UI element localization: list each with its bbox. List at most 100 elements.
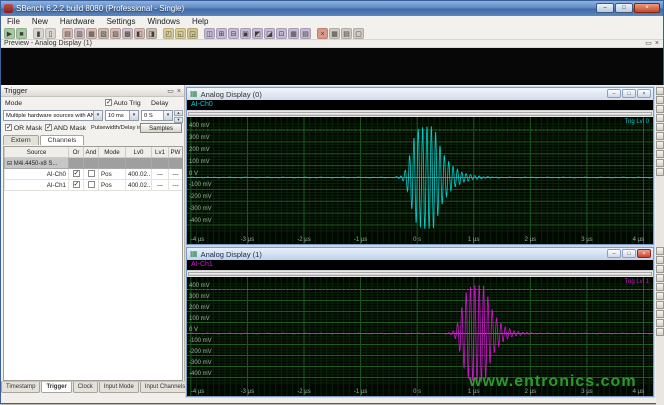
- zoom-tool-icon[interactable]: ◩: [252, 28, 263, 39]
- export-file-icon[interactable]: ◲: [187, 28, 198, 39]
- tab-input-mode[interactable]: Input Mode: [99, 382, 139, 393]
- display-control-button[interactable]: [656, 141, 664, 149]
- input-mode-icon[interactable]: ▥: [74, 28, 85, 39]
- display-control-button[interactable]: [656, 87, 664, 95]
- display-restore-button[interactable]: □: [622, 89, 636, 98]
- info-icon[interactable]: ▢: [353, 28, 364, 39]
- display-control-button[interactable]: [656, 105, 664, 113]
- display-control-button[interactable]: [656, 328, 664, 336]
- column-header-lv1[interactable]: Lv1: [152, 147, 169, 158]
- analog-display-0-titlebar[interactable]: ▦ Analog Display (0) – □ ×: [187, 88, 653, 100]
- trigger-float-icon[interactable]: ▭: [167, 86, 174, 97]
- close-button[interactable]: ×: [634, 3, 660, 13]
- column-header-source[interactable]: Source: [5, 147, 69, 158]
- row-checkbox[interactable]: [88, 170, 95, 177]
- cursor-tool-icon[interactable]: ◪: [264, 28, 275, 39]
- auto-trig-checkbox-box[interactable]: [105, 99, 112, 106]
- display-minimize-button[interactable]: –: [607, 249, 621, 258]
- replay-mode-icon[interactable]: ◨: [146, 28, 157, 39]
- menu-item-new[interactable]: New: [26, 17, 54, 26]
- trigger-tab-channels[interactable]: Channels: [40, 135, 85, 145]
- display-control-button[interactable]: [656, 265, 664, 273]
- display-control-button[interactable]: [656, 150, 664, 158]
- record-mode-icon[interactable]: ◧: [134, 28, 145, 39]
- display-restore-button[interactable]: □: [622, 249, 636, 258]
- and-mask-checkbox-box[interactable]: [45, 124, 52, 131]
- preview-float-icon[interactable]: ▭: [645, 40, 652, 48]
- preview-area[interactable]: [1, 48, 663, 85]
- menu-item-settings[interactable]: Settings: [101, 17, 142, 26]
- table-group-row[interactable]: ⊟ M4i.4450-x8 S...: [5, 158, 183, 169]
- trigger-tab-extern[interactable]: Extern: [3, 135, 39, 145]
- minimize-button[interactable]: –: [596, 3, 614, 13]
- snapshot-icon[interactable]: ⊡: [276, 28, 287, 39]
- samples-button[interactable]: Samples: [140, 123, 182, 133]
- menu-item-help[interactable]: Help: [186, 17, 214, 26]
- save-file-icon[interactable]: ◱: [175, 28, 186, 39]
- display-control-button[interactable]: [656, 159, 664, 167]
- column-header-mode[interactable]: Mode: [99, 147, 126, 158]
- column-header-lv0[interactable]: Lv0: [126, 147, 152, 158]
- tab-trigger[interactable]: Trigger: [41, 382, 71, 393]
- display-control-button[interactable]: [656, 301, 664, 309]
- scrollbar-thumb[interactable]: [188, 272, 652, 276]
- menu-item-file[interactable]: File: [1, 17, 26, 26]
- display-control-button[interactable]: [656, 168, 664, 176]
- chevron-down-icon[interactable]: ▾: [163, 111, 172, 120]
- pause-icon[interactable]: ▮: [33, 28, 44, 39]
- chevron-down-icon[interactable]: ▾: [93, 111, 102, 120]
- cascade-windows-icon[interactable]: ▦: [329, 28, 340, 39]
- delay-select[interactable]: 0 S ▾: [141, 110, 173, 121]
- or-mask-checkbox[interactable]: OR Mask: [5, 124, 42, 132]
- display-control-button[interactable]: [656, 114, 664, 122]
- trigger-panel-header[interactable]: Trigger ▭ ×: [1, 85, 184, 97]
- horizontal-scrollbar[interactable]: [187, 110, 653, 117]
- display-close-button[interactable]: ×: [637, 89, 651, 98]
- calculation-icon[interactable]: ▦: [288, 28, 299, 39]
- display-control-button[interactable]: [656, 292, 664, 300]
- xy-display-icon[interactable]: ⊟: [228, 28, 239, 39]
- analog-display-1-titlebar[interactable]: ▦ Analog Display (1) – □ ×: [187, 248, 653, 260]
- trigger-close-icon[interactable]: ×: [177, 86, 181, 97]
- horizontal-scrollbar[interactable]: [187, 270, 653, 277]
- open-file-icon[interactable]: ◰: [163, 28, 174, 39]
- tile-windows-icon[interactable]: ▤: [341, 28, 352, 39]
- analog-display-icon[interactable]: ◫: [204, 28, 215, 39]
- or-mask-checkbox-box[interactable]: [5, 124, 12, 131]
- clock-setup-icon[interactable]: ▦: [86, 28, 97, 39]
- display-control-button[interactable]: [656, 132, 664, 140]
- display-control-button[interactable]: [656, 96, 664, 104]
- column-header-and[interactable]: And: [84, 147, 99, 158]
- display-control-button[interactable]: [656, 274, 664, 282]
- trigger-mode-select[interactable]: Multiple hardware sources with AND/OR ▾: [3, 110, 103, 121]
- display-control-button[interactable]: [656, 256, 664, 264]
- display-close-button[interactable]: ×: [637, 249, 651, 258]
- menu-item-hardware[interactable]: Hardware: [54, 17, 101, 26]
- display-control-button[interactable]: [656, 310, 664, 318]
- display-minimize-button[interactable]: –: [607, 89, 621, 98]
- display-control-button[interactable]: [656, 319, 664, 327]
- tab-timestamp[interactable]: Timestamp: [1, 382, 40, 393]
- memory-setup-icon[interactable]: ▩: [122, 28, 133, 39]
- row-checkbox[interactable]: [73, 170, 80, 177]
- abort-icon[interactable]: ▯: [45, 28, 56, 39]
- trigger-table[interactable]: SourceOrAndModeLv0Lv1PW ⊟ M4i.4450-x8 S.…: [3, 146, 183, 381]
- maximize-button[interactable]: □: [615, 3, 633, 13]
- hardware-setup-icon[interactable]: ▤: [62, 28, 73, 39]
- display-control-button[interactable]: [656, 123, 664, 131]
- card-stop-icon[interactable]: ■: [16, 28, 27, 39]
- spinner-up-icon[interactable]: ▲: [174, 110, 183, 116]
- timeout-select[interactable]: 10 ms ▾: [105, 110, 139, 121]
- display-control-button[interactable]: [656, 247, 664, 255]
- card-start-icon[interactable]: ▶: [4, 28, 15, 39]
- trigger-setup-icon[interactable]: ▧: [98, 28, 109, 39]
- auto-trig-checkbox[interactable]: Auto Trig: [105, 99, 141, 107]
- column-header-pw[interactable]: PW: [169, 147, 183, 158]
- tab-clock[interactable]: Clock: [73, 382, 98, 393]
- preview-close-icon[interactable]: ×: [655, 40, 659, 48]
- layout-icon[interactable]: ▤: [300, 28, 311, 39]
- column-header-or[interactable]: Or: [69, 147, 84, 158]
- chevron-down-icon[interactable]: ▾: [129, 111, 138, 120]
- digital-display-icon[interactable]: ⊞: [216, 28, 227, 39]
- and-mask-checkbox[interactable]: AND Mask: [45, 124, 86, 132]
